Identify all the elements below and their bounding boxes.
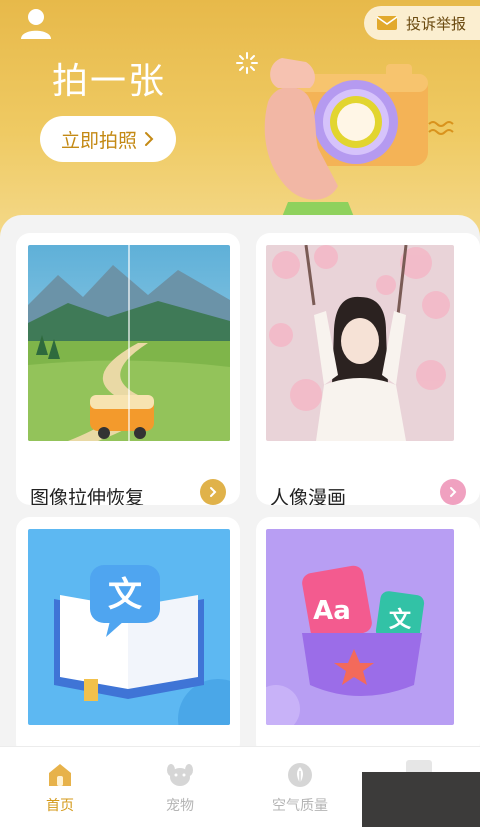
card-arrow-button[interactable] bbox=[440, 479, 466, 505]
tab-fourth-icon bbox=[406, 760, 432, 772]
feature-card-portrait-comic[interactable]: 人像漫画 bbox=[256, 233, 480, 505]
tab-pet-label: 宠物 bbox=[166, 798, 194, 814]
girl-cherry-blossom-photo bbox=[266, 245, 454, 441]
report-button[interactable]: 投诉举报 bbox=[363, 6, 480, 40]
card-label-portrait-comic: 人像漫画 bbox=[270, 487, 347, 505]
card-label-image-restore: 图像拉伸恢复 bbox=[30, 487, 145, 505]
translate-book-illustration: 文 bbox=[28, 529, 230, 725]
tab-home-label: 首页 bbox=[46, 798, 74, 814]
alphabet-cards-illustration: Aa 文 bbox=[266, 529, 454, 725]
sparkle-icon bbox=[236, 52, 258, 74]
home-icon bbox=[49, 764, 71, 786]
tab-air-quality[interactable]: 空气质量 bbox=[240, 761, 360, 815]
svg-text:文: 文 bbox=[108, 575, 142, 615]
envelope-icon bbox=[376, 16, 398, 30]
user-icon[interactable] bbox=[18, 6, 54, 42]
hero-title: 拍一张 bbox=[52, 61, 167, 102]
feature-card-image-restore[interactable]: 图像拉伸恢复 bbox=[16, 233, 240, 505]
pet-icon bbox=[167, 764, 193, 786]
feature-card-alphabet[interactable]: Aa 文 bbox=[256, 517, 480, 757]
shoot-button-label: 立即拍照 bbox=[60, 129, 137, 152]
leaf-icon bbox=[288, 763, 312, 787]
camera-illustration bbox=[264, 58, 428, 217]
chevron-right-icon bbox=[450, 487, 457, 497]
hero-banner: 投诉举报 拍一张 立即拍照 bbox=[0, 0, 480, 240]
svg-text:Aa: Aa bbox=[313, 596, 351, 626]
chevron-right-icon bbox=[210, 487, 217, 497]
card-arrow-button[interactable] bbox=[200, 479, 226, 505]
report-label: 投诉举报 bbox=[405, 14, 466, 33]
tab-home[interactable]: 首页 bbox=[0, 761, 120, 815]
dark-overlay bbox=[362, 772, 480, 827]
tab-air-quality-label: 空气质量 bbox=[272, 798, 328, 814]
feature-grid: 图像拉伸恢复 人像漫画 文 Aa 文 bbox=[0, 215, 480, 775]
svg-text:文: 文 bbox=[389, 607, 412, 633]
chevron-right-icon bbox=[145, 132, 154, 146]
feature-card-translate[interactable]: 文 bbox=[16, 517, 240, 757]
landscape-van-illustration bbox=[28, 245, 230, 441]
tab-pet[interactable]: 宠物 bbox=[120, 761, 240, 815]
shoot-button[interactable]: 立即拍照 bbox=[40, 116, 176, 162]
